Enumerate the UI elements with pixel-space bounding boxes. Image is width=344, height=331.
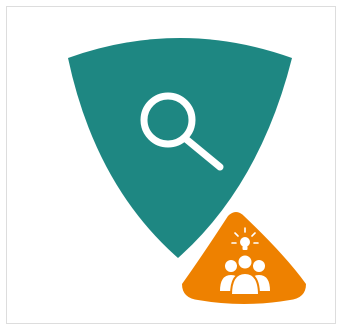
shield-shape xyxy=(68,38,292,258)
brand-logo xyxy=(68,38,306,304)
